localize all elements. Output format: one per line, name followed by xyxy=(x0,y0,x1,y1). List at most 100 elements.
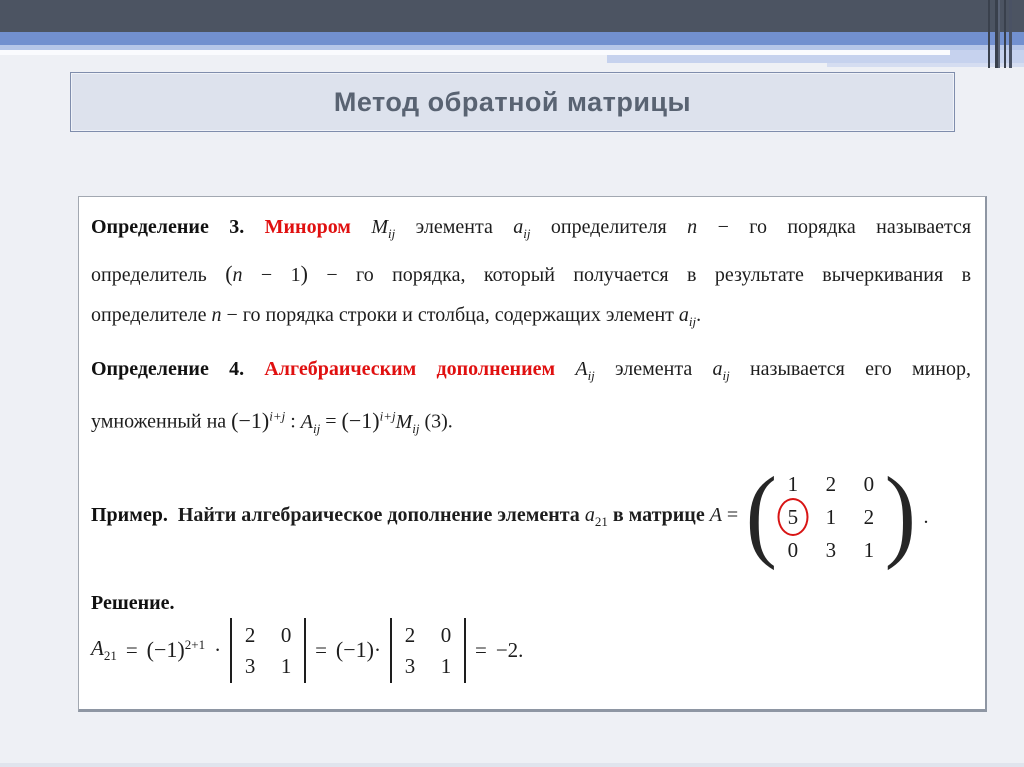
example-task2: в матрице xyxy=(612,504,705,526)
var-A: A xyxy=(575,358,588,380)
math-A-equals: A = xyxy=(710,504,739,526)
def3-line1: Определение 3. Минором Mij элемента aij … xyxy=(91,207,971,254)
var-M: M xyxy=(395,410,413,433)
period: . xyxy=(923,505,929,528)
def4-word: элемента xyxy=(615,358,693,380)
det-cell: 0 xyxy=(280,622,292,647)
header-white-stripe xyxy=(0,50,950,55)
math-n: n xyxy=(687,216,697,238)
definition-4: Определение 4. Алгебраическим дополнение… xyxy=(91,349,971,449)
var-a: a xyxy=(584,504,595,526)
def4-label: Определение 4. xyxy=(91,358,245,380)
content-box: Определение 3. Минором Mij элемента aij … xyxy=(78,196,987,712)
def3-word: элемента xyxy=(415,216,493,238)
footer-strip xyxy=(0,763,1024,767)
matrix-cell: 2 xyxy=(825,472,837,496)
solution-formula: A21 = (−1)2+1 · 2 0 3 1 = (−1)· 2 0 3 1 … xyxy=(91,617,971,683)
det-cell: 2 xyxy=(244,622,256,647)
cdot: · xyxy=(214,637,222,662)
definition-3: Определение 3. Минором Mij элемента aij … xyxy=(91,207,971,342)
neg-one: (−1) xyxy=(335,637,374,662)
def3-word: − го порядка, который получается в резул… xyxy=(326,264,972,286)
math-n: n xyxy=(212,304,222,326)
var-n: n xyxy=(211,304,222,326)
example-text: Пример. Найти алгебраическое дополнение … xyxy=(91,504,738,530)
def3-word: определителе xyxy=(91,304,207,326)
det-cell: 1 xyxy=(280,653,292,678)
var-A: A xyxy=(709,504,722,526)
var-n: n xyxy=(232,264,243,286)
pow-base: (−1) xyxy=(341,407,380,433)
var-M: M xyxy=(371,216,389,238)
pow-base: (−1) xyxy=(146,637,185,662)
def3-word: − го порядка строки и столбца, содержащи… xyxy=(226,304,674,326)
math-a-ij: aij xyxy=(712,358,729,383)
example-row: Пример. Найти алгебраическое дополнение … xyxy=(91,456,971,571)
matrix-cell: 3 xyxy=(825,538,837,562)
matrix-paren-close: ) xyxy=(884,456,916,571)
equals: = xyxy=(125,637,138,662)
period: . xyxy=(696,304,702,326)
var-A: A xyxy=(300,410,313,433)
matrix-A: ( 1 2 0 5 1 2 0 3 1 ) xyxy=(744,456,917,571)
det-cell: 3 xyxy=(244,653,256,678)
matrix-cell: 1 xyxy=(787,472,799,496)
matrix-cell: 0 xyxy=(863,472,875,496)
var-A: A xyxy=(91,635,104,660)
math-A-ij: Aij xyxy=(575,358,595,383)
result: −2. xyxy=(495,637,524,662)
matrix-cell-circled: 5 xyxy=(781,504,805,530)
def3-word: определителя xyxy=(550,216,667,238)
header-dark-bar xyxy=(0,0,1024,32)
sub-ij: ij xyxy=(587,368,595,383)
minus-one: − 1 xyxy=(242,264,301,286)
equals: = xyxy=(325,410,337,433)
def4-line1: Определение 4. Алгебраическим дополнение… xyxy=(91,349,971,396)
math-minus-one-power: (−1)i+jMij xyxy=(341,407,420,436)
colon: : xyxy=(290,410,296,433)
def3-word: − го порядка называется xyxy=(717,216,972,238)
sub-ij: ij xyxy=(412,420,420,436)
var-n: n xyxy=(687,216,698,238)
math-A-21: A21 xyxy=(91,636,117,664)
paren-open: ( xyxy=(225,261,233,286)
equals: = xyxy=(726,504,739,526)
paren-close: ) xyxy=(300,261,308,286)
var-a: a xyxy=(513,216,524,238)
var-a: a xyxy=(712,358,723,380)
matrix-cell: 1 xyxy=(825,505,837,529)
math-A-ij: Aij xyxy=(300,410,320,436)
matrix-cell: 1 xyxy=(863,538,875,562)
pow-exp: 2+1 xyxy=(184,637,206,652)
example-task: Найти алгебраическое дополнение элемента xyxy=(177,504,580,526)
sub-21: 21 xyxy=(594,514,608,529)
def3-label: Определение 3. xyxy=(91,216,245,238)
equals: = xyxy=(474,637,487,662)
determinant-2: 2 0 3 1 xyxy=(389,617,466,683)
def4-word: называется его минор, xyxy=(749,358,972,380)
math-n-minus-1: (n − 1) xyxy=(225,261,308,286)
sub-ij: ij xyxy=(523,226,531,241)
var-a: a xyxy=(678,304,689,326)
formula-number: (3). xyxy=(424,410,453,433)
sub-21: 21 xyxy=(103,648,117,664)
pow-base: (−1) xyxy=(231,407,270,433)
matrix-cell: 2 xyxy=(863,505,875,529)
def3-line3: определителе n − го порядка строки и сто… xyxy=(91,295,971,342)
math-a-ij: aij xyxy=(678,304,696,329)
cdot: · xyxy=(373,638,381,662)
det-cell: 1 xyxy=(440,653,452,678)
def4-line2: умноженный на (−1)i+j : Aij = (−1)i+jMij… xyxy=(91,396,971,449)
solution-label: Решение. xyxy=(91,592,175,614)
det-cell: 3 xyxy=(404,653,416,678)
def3-line2: определитель (n − 1) − го порядка, котор… xyxy=(91,254,971,295)
det-cell: 2 xyxy=(404,622,416,647)
math-minus-one-power: (−1)2+1 xyxy=(147,637,205,663)
def3-word: определитель xyxy=(91,264,207,286)
sub-ij: ij xyxy=(388,226,396,241)
pow-exp: i+j xyxy=(269,408,286,423)
example-label: Пример. xyxy=(91,504,168,526)
slide-title-box: Метод обратной матрицы xyxy=(70,72,955,132)
header-blue-bar xyxy=(0,32,1024,45)
def4-word: умноженный на xyxy=(91,410,227,433)
